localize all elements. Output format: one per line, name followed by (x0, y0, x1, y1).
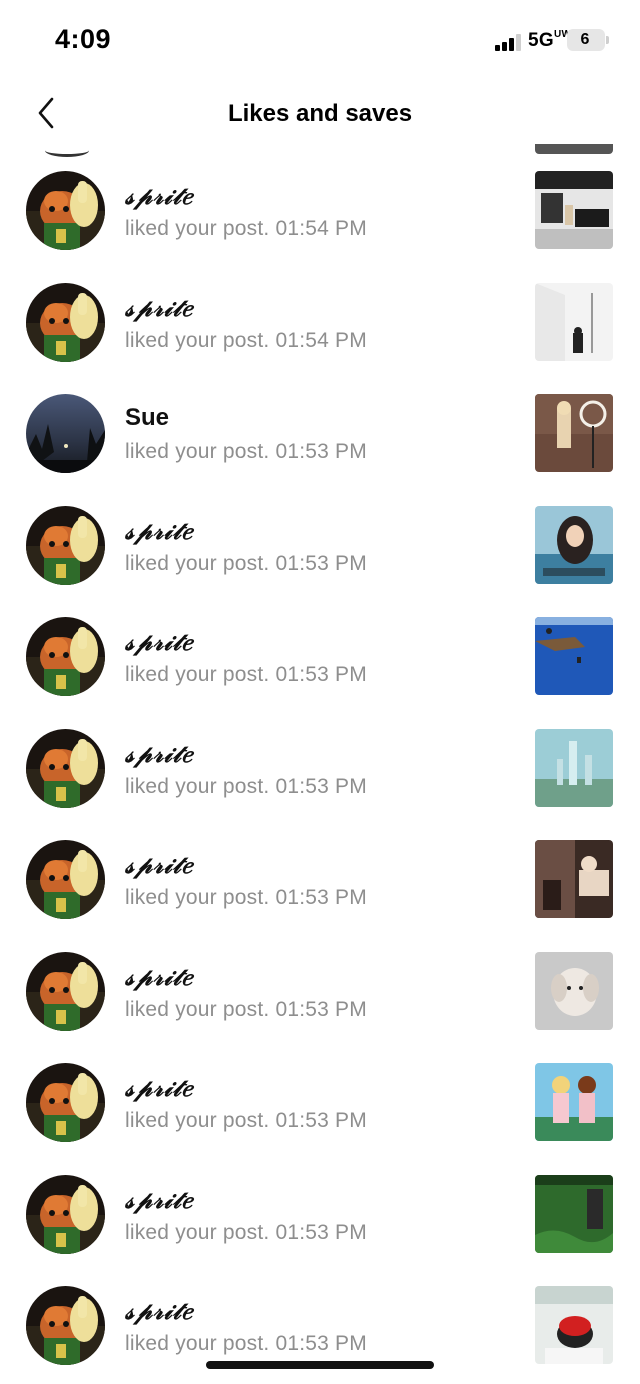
activity-text: liked your post. 01:53 PM (125, 1332, 367, 1355)
notification-row[interactable]: 𝓈𝓅𝓇𝒾𝓉𝑒 liked your post. 01:53 PM (0, 936, 640, 1048)
username[interactable]: 𝓈𝓅𝓇𝒾𝓉𝑒 (125, 516, 193, 545)
page-title: Likes and saves (227, 100, 413, 127)
notification-row[interactable]: 𝓈𝓅𝓇𝒾𝓉𝑒 liked your post. 01:54 PM (0, 155, 640, 267)
username[interactable]: Sue (125, 404, 169, 432)
post-thumbnail[interactable] (535, 728, 613, 807)
notification-list: 𝓈𝓅𝓇𝒾𝓉𝑒 liked your post. 01:54 PM 𝓈𝓅𝓇𝒾𝓉𝑒 lik… (0, 0, 640, 1384)
activity-text: liked your post. 01:54 PM (125, 217, 367, 240)
avatar[interactable] (26, 394, 105, 473)
username[interactable]: 𝓈𝓅𝓇𝒾𝓉𝑒 (125, 739, 193, 768)
home-indicator[interactable] (206, 1361, 434, 1369)
notification-row[interactable]: 𝓈𝓅𝓇𝒾𝓉𝑒 liked your post. 01:53 PM (0, 1159, 640, 1271)
partial-thumbnail[interactable] (535, 144, 613, 154)
post-thumbnail[interactable] (535, 617, 613, 695)
notification-row[interactable]: 𝓈𝓅𝓇𝒾𝓉𝑒 liked your post. 01:54 PM (0, 267, 640, 379)
notification-row[interactable]: 𝓈𝓅𝓇𝒾𝓉𝑒 liked your post. 01:53 PM (0, 490, 640, 602)
activity-text: liked your post. 01:53 PM (125, 1109, 367, 1132)
post-thumbnail[interactable] (535, 171, 613, 249)
username[interactable]: 𝓈𝓅𝓇𝒾𝓉𝑒 (125, 627, 193, 656)
notification-row[interactable]: 𝓈𝓅𝓇𝒾𝓉𝑒 liked your post. 01:53 PM (0, 601, 640, 713)
notification-row[interactable]: 𝓈𝓅𝓇𝒾𝓉𝑒 liked your post. 01:53 PM (0, 824, 640, 936)
username[interactable]: 𝓈𝓅𝓇𝒾𝓉𝑒 (125, 181, 193, 210)
avatar[interactable] (26, 728, 105, 808)
avatar[interactable] (26, 282, 105, 362)
post-thumbnail[interactable] (535, 840, 613, 918)
username[interactable]: 𝓈𝓅𝓇𝒾𝓉𝑒 (125, 1296, 193, 1325)
avatar[interactable] (26, 505, 105, 585)
avatar[interactable] (26, 617, 105, 696)
activity-text: liked your post. 01:53 PM (125, 440, 367, 463)
activity-text: liked your post. 01:54 PM (125, 328, 367, 352)
post-thumbnail[interactable] (535, 951, 613, 1030)
avatar[interactable] (26, 1063, 105, 1142)
notification-row[interactable]: 𝓈𝓅𝓇𝒾𝓉𝑒 liked your post. 01:53 PM (0, 713, 640, 825)
username[interactable]: 𝓈𝓅𝓇𝒾𝓉𝑒 (125, 1073, 193, 1102)
activity-text: liked your post. 01:53 PM (125, 551, 367, 575)
post-thumbnail[interactable] (535, 1063, 613, 1141)
notification-row[interactable]: 𝓈𝓅𝓇𝒾𝓉𝑒 liked your post. 01:53 PM (0, 1047, 640, 1159)
activity-text: liked your post. 01:53 PM (125, 886, 367, 909)
activity-text: liked your post. 01:53 PM (125, 774, 367, 798)
avatar[interactable] (26, 1174, 105, 1254)
post-thumbnail[interactable] (535, 1174, 613, 1253)
post-thumbnail[interactable] (535, 282, 613, 361)
avatar[interactable] (26, 951, 105, 1031)
username[interactable]: 𝓈𝓅𝓇𝒾𝓉𝑒 (125, 850, 193, 879)
avatar[interactable] (26, 171, 105, 250)
post-thumbnail[interactable] (535, 505, 613, 584)
username[interactable]: 𝓈𝓅𝓇𝒾𝓉𝑒 (125, 1185, 193, 1214)
post-thumbnail[interactable] (535, 1286, 613, 1364)
post-thumbnail[interactable] (535, 394, 613, 472)
activity-text: liked your post. 01:53 PM (125, 997, 367, 1021)
username[interactable]: 𝓈𝓅𝓇𝒾𝓉𝑒 (125, 962, 193, 991)
notification-row[interactable]: Sue liked your post. 01:53 PM (0, 378, 640, 490)
username[interactable]: 𝓈𝓅𝓇𝒾𝓉𝑒 (125, 293, 193, 322)
header: Likes and saves (0, 82, 640, 144)
avatar[interactable] (26, 1286, 105, 1365)
avatar[interactable] (26, 840, 105, 919)
activity-text: liked your post. 01:53 PM (125, 663, 367, 686)
activity-text: liked your post. 01:53 PM (125, 1220, 367, 1244)
